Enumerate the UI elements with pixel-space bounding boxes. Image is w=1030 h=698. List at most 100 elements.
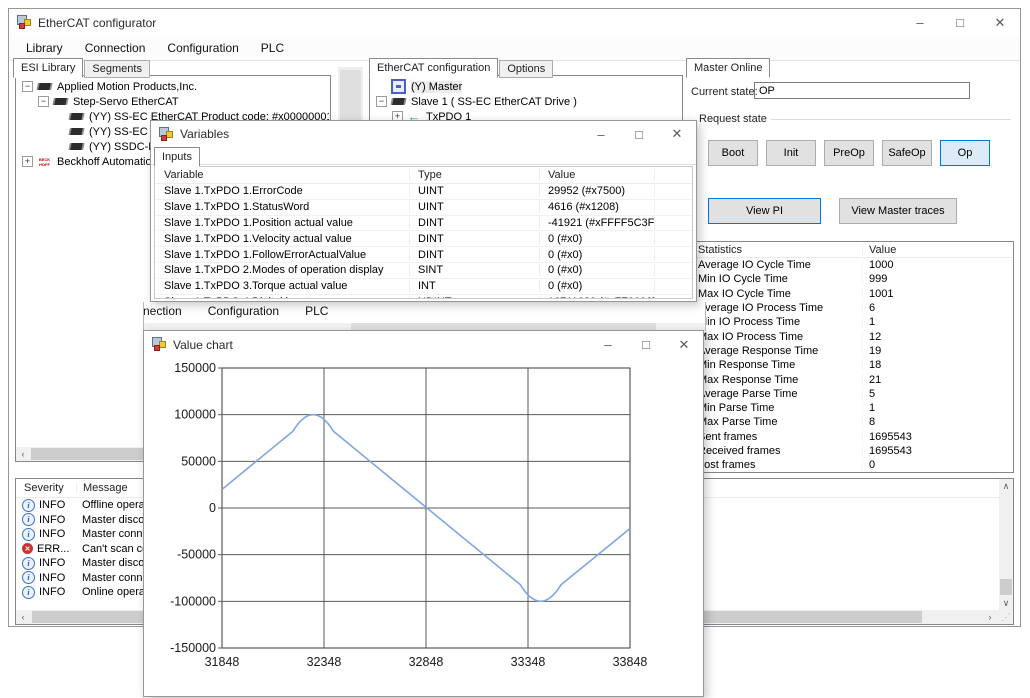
table-row[interactable]: Min Parse Time 1 <box>690 401 1013 415</box>
menu-item[interactable]: Configuration <box>156 36 249 60</box>
state-button[interactable]: Op <box>940 140 990 166</box>
table-row[interactable]: Slave 1.TxPDO 1.ErrorCode UINT 29952 (#x… <box>155 184 692 200</box>
close-icon[interactable]: ✕ <box>658 121 696 147</box>
tree-expander-icon[interactable] <box>22 81 33 92</box>
log-vscrollbar[interactable]: ∧ ∨ <box>999 479 1013 610</box>
severity-text: INFO <box>39 586 65 598</box>
scroll-left-icon[interactable]: ‹ <box>16 447 30 461</box>
var-value: 0 (#x0) <box>540 264 655 276</box>
table-row[interactable]: Slave 1.TxPDO 4.Digital inputs UDINT 167… <box>155 295 692 299</box>
state-button[interactable]: Init <box>766 140 816 166</box>
menu-item[interactable]: nection <box>143 304 195 318</box>
menu-item[interactable]: Configuration <box>195 304 292 318</box>
tree-item[interactable]: Slave 1 ( SS-EC EtherCAT Drive ) <box>373 94 681 109</box>
table-row[interactable]: Slave 1.TxPDO 3.Torque actual value INT … <box>155 279 692 295</box>
table-row[interactable]: Lost frames 0 <box>690 458 1013 472</box>
table-row[interactable]: Max Parse Time 8 <box>690 415 1013 429</box>
config-tab[interactable]: EtherCAT configuration <box>369 58 498 78</box>
tree-expander-icon[interactable] <box>22 156 33 167</box>
table-row[interactable]: Min Response Time 18 <box>690 358 1013 372</box>
tree-item-label: Applied Motion Products,Inc. <box>57 81 197 93</box>
table-row[interactable]: Min IO Process Time 1 <box>690 315 1013 329</box>
severity-text: ERR... <box>37 543 69 555</box>
scroll-left-icon[interactable]: ‹ <box>16 610 30 624</box>
view-master-traces-button[interactable]: View Master traces <box>839 198 957 224</box>
scroll-right-icon[interactable]: › <box>983 610 997 624</box>
main-titlebar: EtherCAT configurator – □ ✕ <box>9 9 1020 36</box>
var-col-value[interactable]: Value <box>540 169 655 181</box>
table-row[interactable]: Slave 1.TxPDO 1.Position actual value DI… <box>155 216 692 232</box>
var-col-type[interactable]: Type <box>410 169 540 181</box>
table-row[interactable]: Min IO Cycle Time 999 <box>690 272 1013 286</box>
table-row[interactable]: Slave 1.TxPDO 1.StatusWord UINT 4616 (#x… <box>155 200 692 216</box>
variables-table: Variable Type Value Slave 1.TxPDO 1.Erro… <box>154 166 693 299</box>
app-icon <box>152 337 167 352</box>
variables-window-title: Variables <box>180 127 229 141</box>
config-tabstrip: EtherCAT configurationOptions <box>369 58 554 78</box>
stat-value: 6 <box>862 302 1013 314</box>
svg-text:31848: 31848 <box>205 655 240 669</box>
table-row[interactable]: Received frames 1695543 <box>690 444 1013 458</box>
var-col-variable[interactable]: Variable <box>155 169 410 181</box>
table-row[interactable]: Average IO Process Time 6 <box>690 301 1013 315</box>
var-value: 0 (#x0) <box>540 233 655 245</box>
minimize-icon[interactable]: – <box>900 9 940 36</box>
scroll-down-icon[interactable]: ∨ <box>999 596 1013 610</box>
minimize-icon[interactable]: – <box>589 331 627 358</box>
table-row[interactable]: Average Parse Time 5 <box>690 387 1013 401</box>
tree-item[interactable]: Applied Motion Products,Inc. <box>19 79 329 94</box>
menu-item[interactable]: Library <box>15 36 74 60</box>
close-icon[interactable]: ✕ <box>665 331 703 358</box>
table-row[interactable]: Sent frames 1695543 <box>690 430 1013 444</box>
app-icon <box>17 15 32 30</box>
stats-rows: Average IO Cycle Time 1000 Min IO Cycle … <box>690 258 1013 472</box>
scroll-up-icon[interactable]: ∧ <box>999 479 1013 493</box>
close-icon[interactable]: ✕ <box>980 9 1020 36</box>
tree-expander-icon[interactable] <box>38 96 49 107</box>
config-tab[interactable]: Options <box>499 60 553 78</box>
menu-item[interactable]: PLC <box>292 304 341 318</box>
var-type: DINT <box>410 249 540 261</box>
desktop: EtherCAT configurator – □ ✕ LibraryConne… <box>0 0 1030 698</box>
var-type: SINT <box>410 264 540 276</box>
esi-tab[interactable]: Segments <box>84 60 150 78</box>
var-name: Slave 1.TxPDO 1.StatusWord <box>155 201 410 213</box>
tree-item[interactable]: Step-Servo EtherCAT <box>19 94 329 109</box>
tree-node-icon <box>391 79 406 94</box>
maximize-icon[interactable]: □ <box>940 9 980 36</box>
esi-tab[interactable]: ESI Library <box>13 58 83 78</box>
scroll-thumb[interactable] <box>1000 579 1012 595</box>
tree-expander-icon[interactable] <box>376 96 387 107</box>
table-row[interactable]: Slave 1.TxPDO 2.Modes of operation displ… <box>155 263 692 279</box>
state-button[interactable]: SafeOp <box>882 140 932 166</box>
var-name: Slave 1.TxPDO 1.Velocity actual value <box>155 233 410 245</box>
state-button[interactable]: PreOp <box>824 140 874 166</box>
tree-item[interactable]: (Y) Master <box>373 79 681 94</box>
table-row[interactable]: Max Response Time 21 <box>690 372 1013 386</box>
menu-item[interactable]: PLC <box>250 36 295 60</box>
tab-inputs[interactable]: Inputs <box>154 147 200 167</box>
table-row[interactable]: Max IO Cycle Time 1001 <box>690 287 1013 301</box>
maximize-icon[interactable]: □ <box>627 331 665 358</box>
app-icon <box>159 127 174 142</box>
resize-grip-icon[interactable]: ⋰ <box>999 610 1013 624</box>
stats-col-value[interactable]: Value <box>862 244 1013 256</box>
master-tabstrip: Master Online <box>686 58 771 78</box>
table-row[interactable]: Slave 1.TxPDO 1.FollowErrorActualValue D… <box>155 247 692 263</box>
view-pi-button[interactable]: View PI <box>708 198 821 224</box>
stats-col-statistics[interactable]: Statistics <box>690 244 862 256</box>
menu-item[interactable]: Connection <box>74 36 157 60</box>
current-state-field[interactable]: OP <box>754 82 970 99</box>
minimize-icon[interactable]: – <box>582 121 620 147</box>
state-button[interactable]: Boot <box>708 140 758 166</box>
table-row[interactable]: Average IO Cycle Time 1000 <box>690 258 1013 272</box>
variables-window: Variables – □ ✕ Inputs Variable Type Val… <box>150 120 697 302</box>
table-row[interactable]: Slave 1.TxPDO 1.Velocity actual value DI… <box>155 231 692 247</box>
log-col-severity[interactable]: Severity <box>16 482 76 494</box>
table-row[interactable]: Average Response Time 19 <box>690 344 1013 358</box>
table-row[interactable]: Max IO Process Time 12 <box>690 329 1013 343</box>
maximize-icon[interactable]: □ <box>620 121 658 147</box>
tab-master-online[interactable]: Master Online <box>686 58 770 78</box>
stat-value: 5 <box>862 388 1013 400</box>
var-type: UDINT <box>410 296 540 299</box>
